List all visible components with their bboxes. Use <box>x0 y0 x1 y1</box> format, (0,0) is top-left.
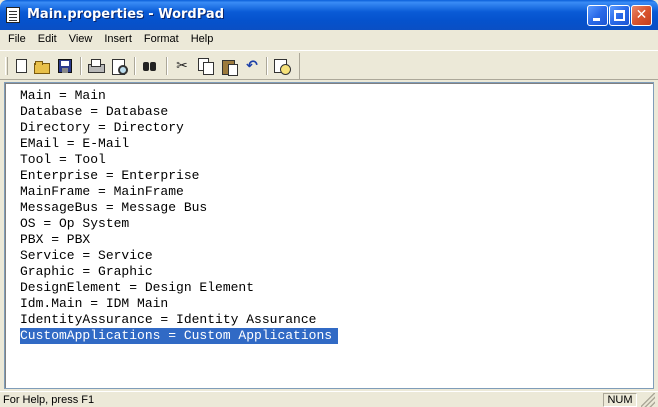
open-icon[interactable] <box>34 58 50 74</box>
document-text[interactable]: Main = Main Database = Database Director… <box>20 88 339 344</box>
minimize-icon <box>593 18 600 21</box>
menu-view[interactable]: View <box>63 30 99 49</box>
window-title: Main.properties - WordPad <box>27 7 224 22</box>
menu-file[interactable]: File <box>2 30 32 49</box>
document-line[interactable]: PBX = PBX <box>20 232 338 248</box>
date-time-icon[interactable] <box>274 58 291 75</box>
document-line[interactable]: Idm.Main = IDM Main <box>20 296 338 312</box>
paste-icon[interactable] <box>222 58 238 76</box>
find-icon[interactable] <box>142 58 158 74</box>
close-icon: ✕ <box>635 7 648 23</box>
menu-help[interactable]: Help <box>185 30 220 49</box>
toolbar-separator <box>266 57 268 75</box>
new-icon[interactable] <box>16 59 27 73</box>
wordpad-document-icon[interactable] <box>6 7 20 23</box>
document-line[interactable]: MainFrame = MainFrame <box>20 184 338 200</box>
document-line[interactable]: EMail = E-Mail <box>20 136 338 152</box>
status-help-text: For Help, press F1 <box>3 394 95 406</box>
selected-document-line[interactable]: CustomApplications = Custom Applications <box>20 328 339 344</box>
close-button[interactable]: ✕ <box>631 5 652 26</box>
minimize-button[interactable] <box>587 5 608 26</box>
status-bar: For Help, press F1 NUM <box>0 391 658 407</box>
menu-edit[interactable]: Edit <box>32 30 63 49</box>
document-line[interactable]: OS = Op System <box>20 216 338 232</box>
document-line[interactable]: Service = Service <box>20 248 338 264</box>
cut-icon[interactable]: ✂ <box>174 58 190 74</box>
toolbar-separator <box>80 57 82 75</box>
print-preview-icon[interactable] <box>112 58 128 75</box>
toolbar-grip[interactable] <box>5 57 8 75</box>
resize-grip[interactable] <box>641 393 655 407</box>
num-lock-indicator: NUM <box>603 393 637 407</box>
document-line[interactable]: Directory = Directory <box>20 120 338 136</box>
undo-icon[interactable]: ↶ <box>244 58 260 74</box>
document-line[interactable]: MessageBus = Message Bus <box>20 200 338 216</box>
menu-insert[interactable]: Insert <box>98 30 138 49</box>
toolbar: ✂ ↶ <box>0 50 658 80</box>
toolbar-separator <box>166 57 168 75</box>
standard-toolbar: ✂ ↶ <box>2 53 300 79</box>
save-icon[interactable] <box>58 59 72 73</box>
document-editor[interactable]: Main = Main Database = Database Director… <box>4 82 654 389</box>
copy-icon[interactable] <box>198 58 214 75</box>
print-icon[interactable] <box>88 58 105 74</box>
document-line[interactable]: Graphic = Graphic <box>20 264 338 280</box>
menu-format[interactable]: Format <box>138 30 185 49</box>
document-line[interactable]: Main = Main <box>20 88 338 104</box>
document-line[interactable]: IdentityAssurance = Identity Assurance <box>20 312 338 328</box>
maximize-button[interactable] <box>609 5 630 26</box>
title-bar[interactable]: Main.properties - WordPad ✕ <box>0 0 658 30</box>
document-line[interactable]: Tool = Tool <box>20 152 338 168</box>
document-line[interactable]: DesignElement = Design Element <box>20 280 338 296</box>
document-line[interactable]: Database = Database <box>20 104 338 120</box>
toolbar-separator <box>134 57 136 75</box>
menu-bar: File Edit View Insert Format Help <box>0 30 658 49</box>
maximize-icon <box>614 10 625 21</box>
document-line[interactable]: Enterprise = Enterprise <box>20 168 338 184</box>
